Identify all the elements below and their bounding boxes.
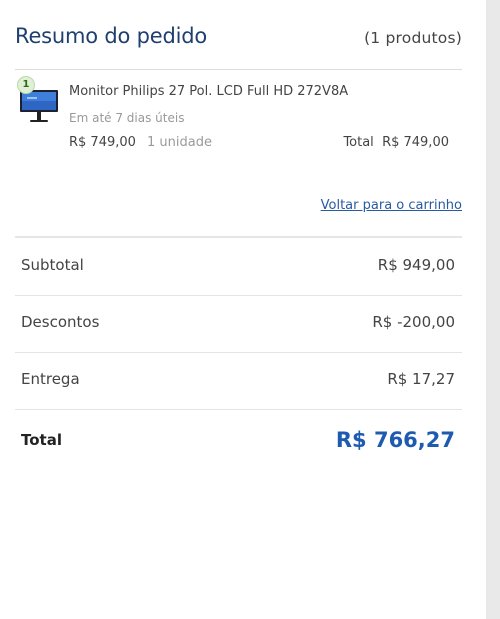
divider [15, 295, 462, 296]
discounts-label: Descontos [21, 313, 100, 331]
total-label: Total [21, 431, 62, 449]
item-total: Total R$ 749,00 [343, 135, 449, 150]
order-summary-header: Resumo do pedido (1 produtos) [15, 24, 462, 48]
product-count: (1 produtos) [364, 29, 462, 47]
unit-price: R$ 749,00 [69, 135, 136, 150]
unit-quantity: 1 unidade [147, 135, 212, 150]
order-summary-title: Resumo do pedido [15, 24, 208, 48]
shipping-label: Entrega [21, 370, 80, 388]
divider [15, 69, 462, 70]
back-to-cart-link[interactable]: Voltar para o carrinho [321, 198, 462, 213]
quantity-badge: 1 [17, 76, 35, 94]
product-thumbnail: 1 [17, 76, 63, 126]
right-edge-strip [486, 0, 500, 619]
total-row: Total R$ 766,27 [21, 428, 455, 452]
total-value: R$ 766,27 [335, 428, 455, 452]
divider [15, 409, 462, 410]
product-name[interactable]: Monitor Philips 27 Pol. LCD Full HD 272V… [69, 84, 348, 99]
subtotal-value: R$ 949,00 [377, 256, 455, 274]
divider [15, 236, 462, 238]
delivery-estimate: Em até 7 dias úteis [69, 111, 185, 125]
subtotal-label: Subtotal [21, 256, 84, 274]
shipping-value: R$ 17,27 [387, 370, 455, 388]
subtotal-row: Subtotal R$ 949,00 [21, 256, 455, 274]
discounts-value: R$ -200,00 [372, 313, 455, 331]
divider [15, 352, 462, 353]
discounts-row: Descontos R$ -200,00 [21, 313, 455, 331]
shipping-row: Entrega R$ 17,27 [21, 370, 455, 388]
